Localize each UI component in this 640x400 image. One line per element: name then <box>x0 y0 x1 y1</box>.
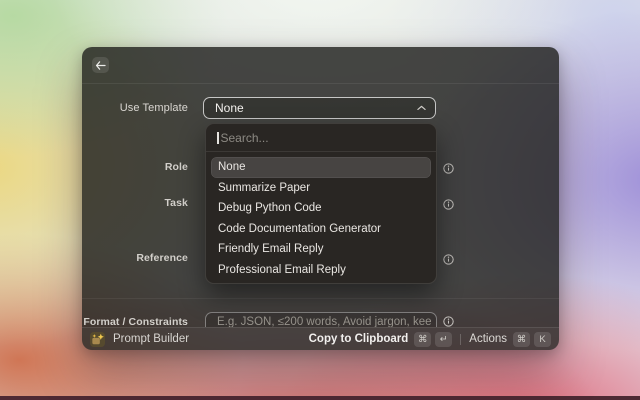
use-template-select[interactable]: None <box>203 97 436 119</box>
reference-info-icon[interactable] <box>443 252 454 263</box>
format-info-icon[interactable] <box>443 314 454 325</box>
cmd-key-badge: ⌘ <box>513 332 530 347</box>
template-search-input[interactable]: Search... <box>206 124 436 152</box>
format-constraints-input[interactable]: E.g. JSON, ≤200 words, Avoid jargon, kee… <box>205 312 437 327</box>
option-summarize-paper[interactable]: Summarize Paper <box>211 178 431 199</box>
titlebar <box>82 47 559 84</box>
enter-key-badge: ↵ <box>435 332 452 347</box>
prompt-builder-window: Use Template None Role Task Reference Fo… <box>82 47 559 350</box>
arrow-left-icon <box>95 61 106 70</box>
action-bar: Prompt Builder Copy to Clipboard ⌘ ↵ Act… <box>82 327 559 350</box>
prompt-builder-app-icon <box>90 332 105 347</box>
template-dropdown-panel: Search... None Summarize Paper Debug Pyt… <box>205 123 437 284</box>
option-none[interactable]: None <box>211 157 431 178</box>
actions-button[interactable]: Actions <box>469 333 507 345</box>
copy-to-clipboard-button[interactable]: Copy to Clipboard <box>309 333 409 345</box>
back-button[interactable] <box>92 57 109 73</box>
bottom-edge-strip <box>0 396 640 400</box>
format-constraints-field-clip: E.g. JSON, ≤200 words, Avoid jargon, kee… <box>205 312 439 327</box>
option-code-documentation-generator[interactable]: Code Documentation Generator <box>211 219 431 240</box>
option-friendly-email-reply[interactable]: Friendly Email Reply <box>211 239 431 260</box>
task-label: Task <box>82 197 188 209</box>
option-professional-email-reply[interactable]: Professional Email Reply <box>211 260 431 281</box>
role-info-icon[interactable] <box>443 161 454 172</box>
use-template-label: Use Template <box>82 97 188 119</box>
cmd-key-badge: ⌘ <box>414 332 431 347</box>
use-template-value: None <box>215 101 417 115</box>
search-placeholder: Search... <box>221 131 269 145</box>
task-info-icon[interactable] <box>443 197 454 208</box>
template-option-list: None Summarize Paper Debug Python Code C… <box>206 152 436 285</box>
role-label: Role <box>82 161 188 173</box>
app-name: Prompt Builder <box>113 333 309 345</box>
reference-label: Reference <box>82 252 188 264</box>
option-debug-python-code[interactable]: Debug Python Code <box>211 198 431 219</box>
text-caret <box>217 132 219 144</box>
section-divider <box>82 298 559 299</box>
chevron-up-icon <box>417 105 426 111</box>
footer-divider <box>460 334 461 345</box>
k-key-badge: K <box>534 332 551 347</box>
format-constraints-placeholder: E.g. JSON, ≤200 words, Avoid jargon, kee… <box>217 316 432 327</box>
